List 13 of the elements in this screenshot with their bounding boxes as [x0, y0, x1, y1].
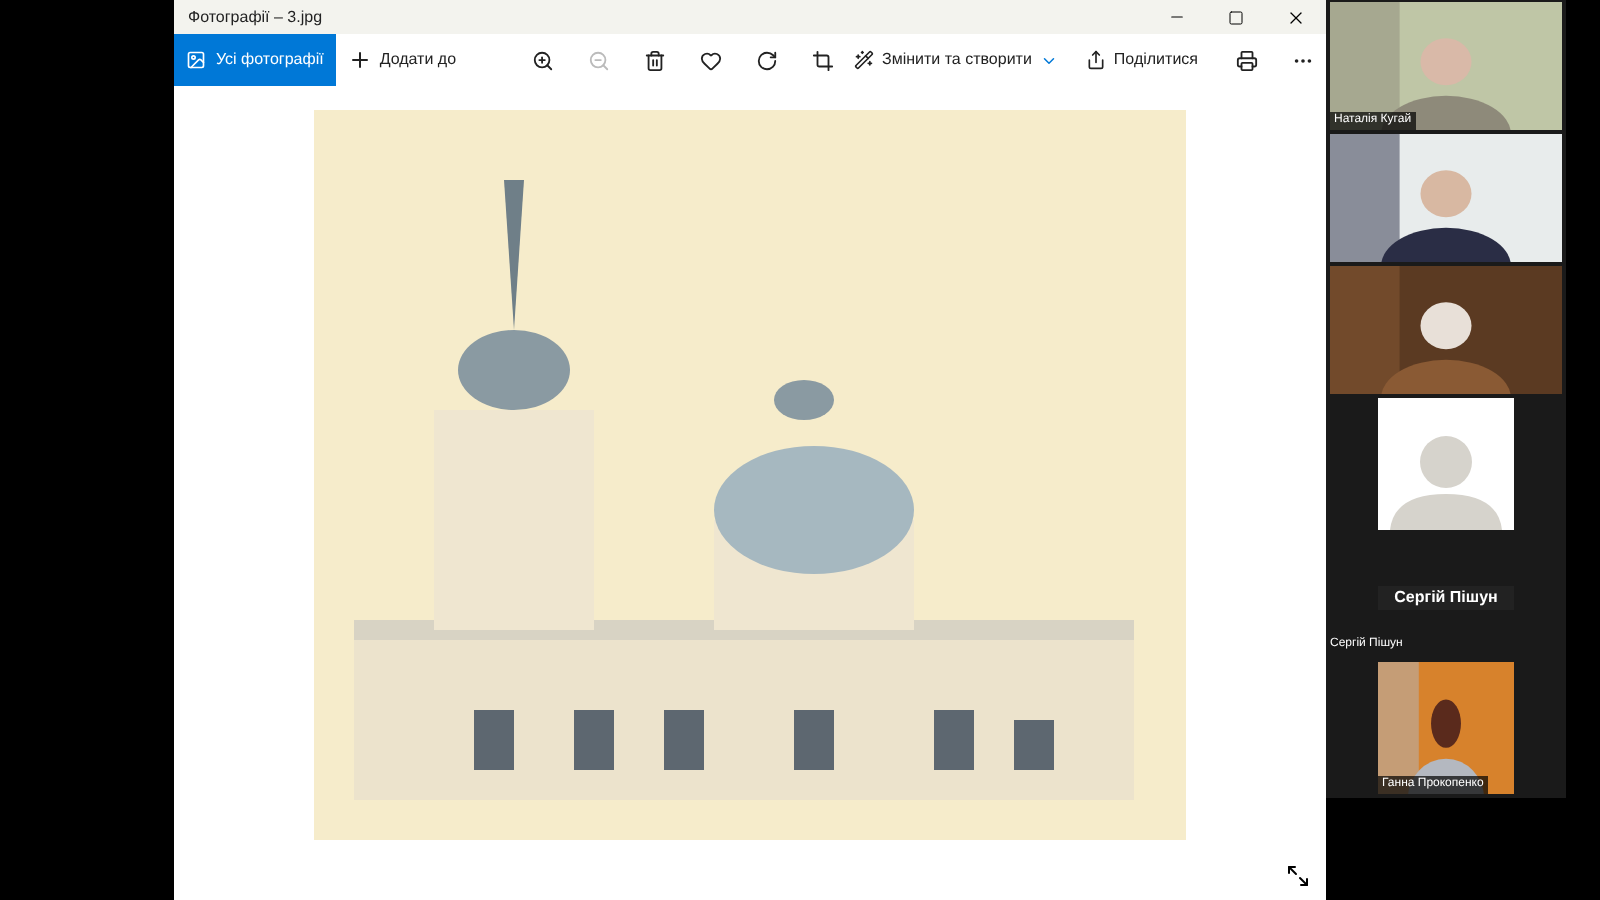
edit-create-button[interactable]: Змінити та створити	[854, 48, 1058, 72]
share-button[interactable]: Поділитися	[1085, 48, 1198, 72]
all-photos-tab[interactable]: Усі фотографії	[174, 34, 336, 86]
share-icon	[1085, 50, 1106, 70]
add-to-button[interactable]: Додати до	[347, 48, 457, 72]
close-icon	[1286, 7, 1306, 27]
expand-icon[interactable]	[1286, 864, 1310, 888]
plus-icon	[347, 48, 372, 72]
window-title: Фотографії – 3.jpg	[188, 5, 323, 29]
maximize-icon	[1228, 9, 1244, 25]
wand-icon	[854, 50, 874, 70]
participant-display-name: Сергій Пішун	[1378, 586, 1514, 610]
photo-icon	[186, 50, 206, 70]
